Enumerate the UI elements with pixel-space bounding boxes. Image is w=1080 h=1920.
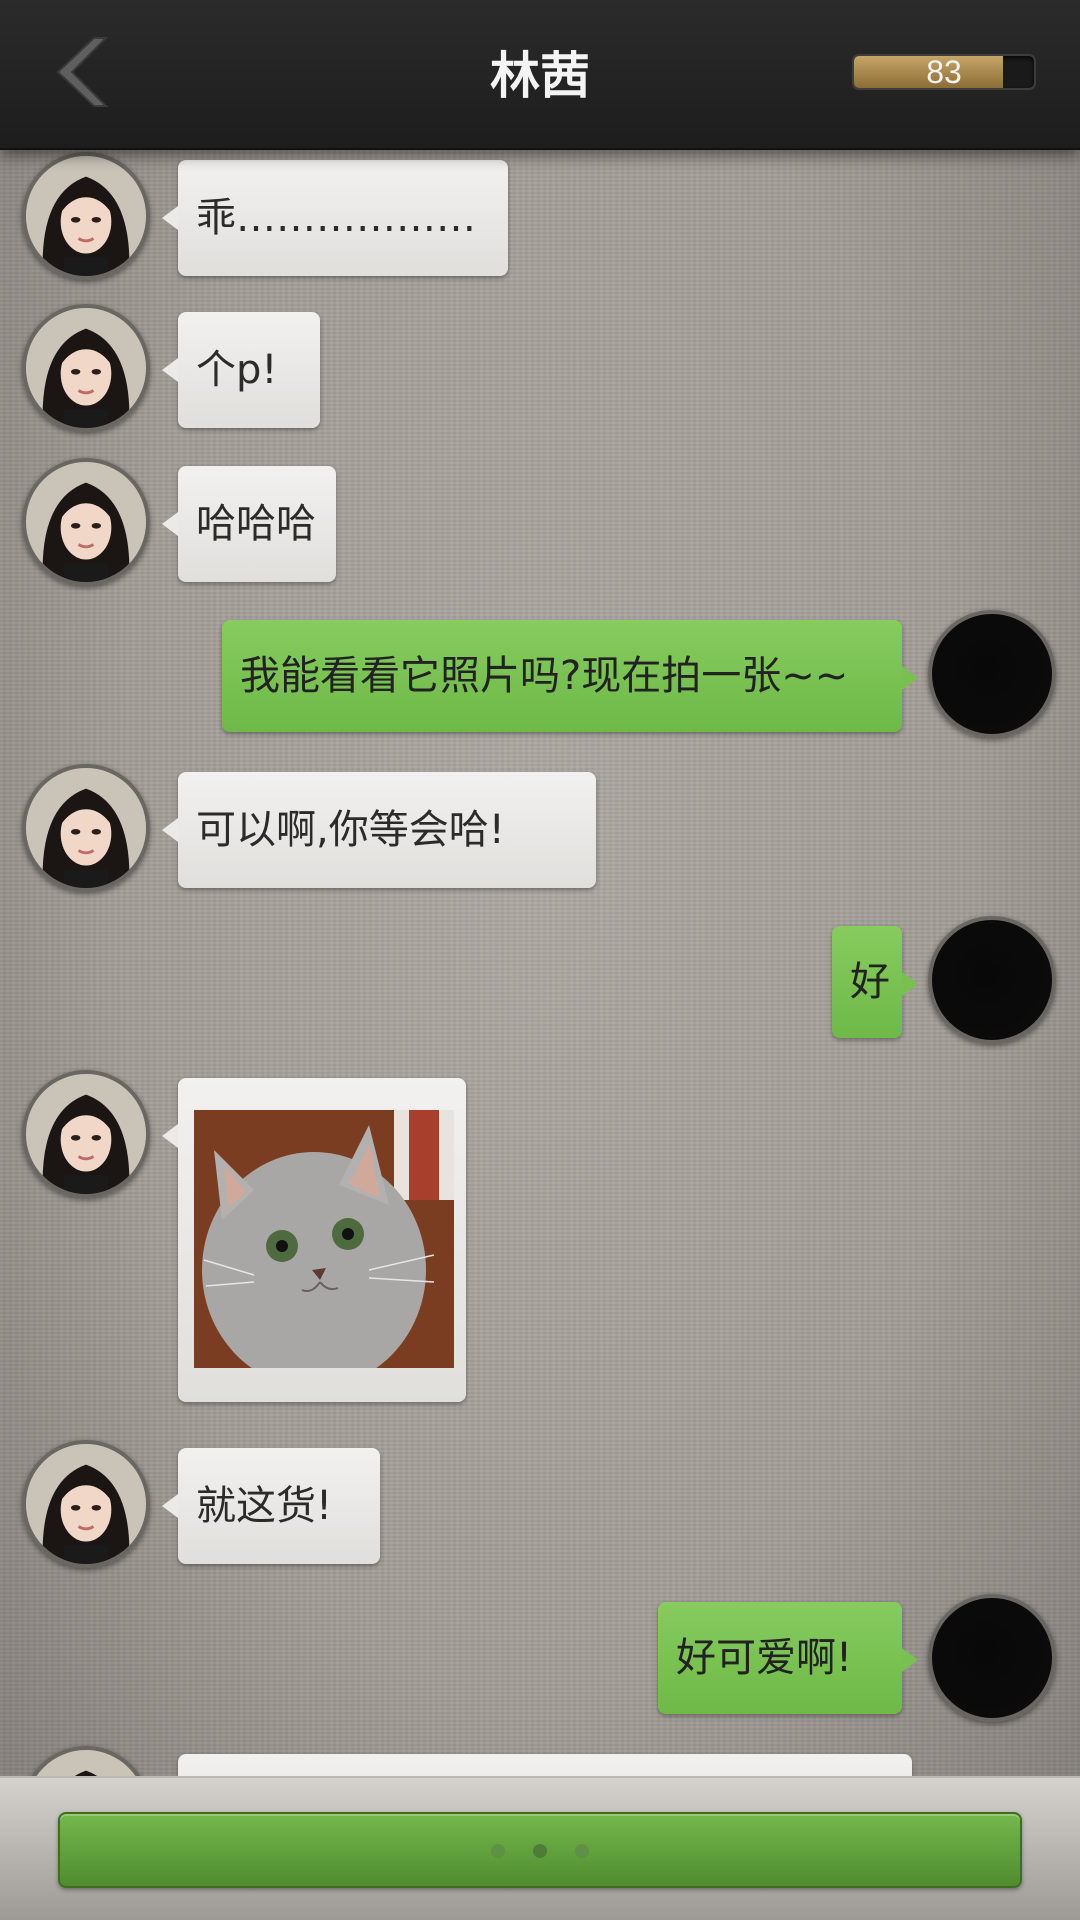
contact-avatar-image [26, 308, 146, 428]
chat-header: 林茜 83 [0, 0, 1080, 150]
bottom-input-bar [0, 1776, 1080, 1920]
contact-avatar[interactable] [22, 152, 150, 280]
dot-indicator [533, 1844, 547, 1858]
contact-avatar[interactable] [22, 764, 150, 892]
message-bubble-received: 乖……………… [162, 160, 508, 276]
message-text: 好可爱啊! [676, 1635, 853, 1681]
user-avatar[interactable] [928, 916, 1056, 1044]
reply-options-button[interactable] [58, 1812, 1022, 1888]
dot-indicator [491, 1844, 505, 1858]
contact-avatar-image [26, 768, 146, 888]
user-avatar[interactable] [928, 610, 1056, 738]
dot-indicator [575, 1844, 589, 1858]
contact-avatar[interactable] [22, 1440, 150, 1568]
message-bubble-received: 可以啊,你等会哈! [162, 772, 596, 888]
contact-avatar[interactable] [22, 304, 150, 432]
contact-avatar[interactable] [22, 458, 150, 586]
contact-avatar[interactable] [22, 1070, 150, 1198]
contact-avatar-image [26, 1074, 146, 1194]
typing-dots [60, 1844, 1020, 1858]
contact-avatar-image [26, 156, 146, 276]
message-text: 个p! [196, 347, 278, 393]
contact-avatar-image [26, 1444, 146, 1564]
contact-avatar-image [26, 462, 146, 582]
message-text: 好 [850, 959, 890, 1005]
message-bubble-sent: 好 [832, 926, 918, 1038]
message-text: 乖……………… [196, 195, 476, 241]
affection-meter-value: 83 [926, 54, 962, 90]
message-bubble-sent: 好可爱啊! [658, 1602, 918, 1714]
message-bubble-sent: 我能看看它照片吗?现在拍一张~~ [222, 620, 918, 732]
message-text: 可以啊,你等会哈! [196, 807, 505, 853]
message-text: 就这货! [196, 1483, 333, 1529]
message-bubble-received: 个p! [162, 312, 320, 428]
message-bubble-received: 哈哈哈 [162, 466, 336, 582]
cat-photo[interactable] [194, 1110, 454, 1368]
message-text: 我能看看它照片吗?现在拍一张~~ [240, 653, 849, 699]
image-message-bubble[interactable] [162, 1078, 466, 1402]
message-text: 哈哈哈 [196, 501, 316, 547]
user-avatar[interactable] [928, 1594, 1056, 1722]
affection-meter: 83 [852, 54, 1036, 90]
message-bubble-received: 就这货! [162, 1448, 380, 1564]
